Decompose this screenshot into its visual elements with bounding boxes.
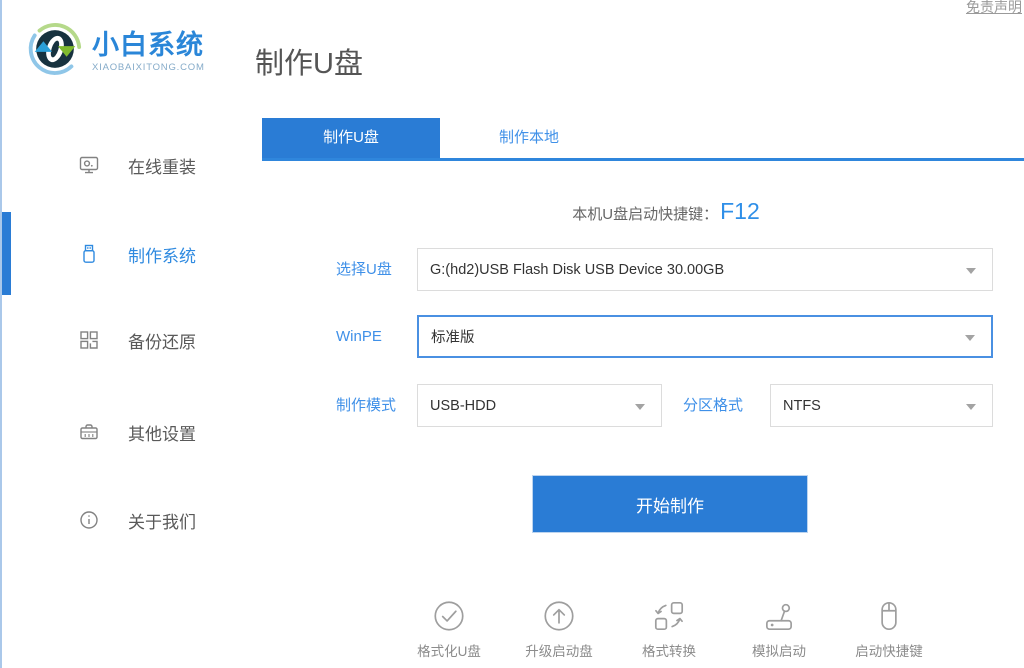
tool-upgrade-boot-disk[interactable]: 升级启动盘	[504, 597, 614, 660]
mouse-icon	[870, 597, 908, 635]
tab-underline	[262, 158, 1024, 161]
sidebar-item-about-us[interactable]: 关于我们	[78, 508, 196, 532]
partition-format-value: NTFS	[783, 398, 821, 414]
tool-label: 启动快捷键	[855, 640, 923, 660]
winpe-value: 标准版	[431, 326, 475, 347]
sidebar-item-label: 在线重装	[128, 153, 196, 178]
active-item-indicator	[2, 212, 11, 295]
grid-restore-icon	[78, 329, 100, 351]
make-mode-value: USB-HDD	[430, 398, 496, 414]
tool-format-convert[interactable]: 格式转换	[614, 597, 724, 660]
sidebar-item-label: 备份还原	[128, 328, 196, 353]
chevron-down-icon	[966, 404, 976, 410]
arrow-up-circle-icon	[540, 597, 578, 635]
hotkey-value: F12	[720, 198, 760, 225]
monitor-icon	[78, 154, 100, 176]
boot-hotkey-line: 本机U盘启动快捷键： F12	[572, 198, 759, 225]
logo-icon	[26, 20, 84, 83]
page-title: 制作U盘	[255, 40, 363, 82]
start-make-button[interactable]: 开始制作	[532, 475, 808, 533]
sidebar-item-label: 其他设置	[128, 420, 196, 445]
format-convert-icon	[650, 597, 688, 635]
sidebar-item-backup-restore[interactable]: 备份还原	[78, 328, 196, 352]
tab-make-local[interactable]: 制作本地	[440, 118, 618, 158]
logo-title: 小白系统	[92, 30, 205, 60]
make-mode-dropdown[interactable]: USB-HDD	[417, 384, 662, 427]
tool-label: 升级启动盘	[525, 640, 593, 660]
tool-format-usb[interactable]: 格式化U盘	[394, 597, 504, 660]
usb-drive-icon	[78, 243, 100, 265]
check-circle-icon	[430, 597, 468, 635]
joystick-icon	[760, 597, 798, 635]
sidebar-item-label: 关于我们	[128, 508, 196, 533]
hotkey-label: 本机U盘启动快捷键：	[572, 203, 718, 224]
make-mode-label: 制作模式	[336, 384, 396, 427]
usb-select-value: G:(hd2)USB Flash Disk USB Device 30.00GB	[430, 262, 724, 278]
disclaimer-link[interactable]: 免责声明	[966, 0, 1022, 17]
tool-boot-hotkey[interactable]: 启动快捷键	[834, 597, 944, 660]
partition-format-label: 分区格式	[683, 384, 743, 427]
usb-select-label: 选择U盘	[336, 248, 392, 291]
window-left-border	[0, 0, 2, 668]
usb-select-dropdown[interactable]: G:(hd2)USB Flash Disk USB Device 30.00GB	[417, 248, 993, 291]
tool-simulate-boot[interactable]: 模拟启动	[724, 597, 834, 660]
sidebar-item-other-settings[interactable]: 其他设置	[78, 420, 196, 444]
sidebar-item-label: 制作系统	[128, 242, 196, 267]
sidebar-item-make-system[interactable]: 制作系统	[78, 242, 196, 266]
tools-row: 格式化U盘 升级启动盘 格式转换	[394, 597, 944, 660]
logo-subtitle: XIAOBAIXITONG.COM	[92, 62, 205, 73]
tab-make-usb[interactable]: 制作U盘	[262, 118, 440, 158]
info-circle-icon	[78, 509, 100, 531]
tool-label: 模拟启动	[752, 640, 806, 660]
tool-label: 格式化U盘	[417, 640, 481, 660]
toolbox-icon	[78, 421, 100, 443]
tool-label: 格式转换	[642, 640, 696, 660]
chevron-down-icon	[965, 335, 975, 341]
sidebar-item-online-reinstall[interactable]: 在线重装	[78, 153, 196, 177]
app-logo: 小白系统 XIAOBAIXITONG.COM	[26, 20, 205, 83]
partition-format-dropdown[interactable]: NTFS	[770, 384, 993, 427]
chevron-down-icon	[966, 268, 976, 274]
winpe-dropdown[interactable]: 标准版	[417, 315, 993, 358]
chevron-down-icon	[635, 404, 645, 410]
winpe-label: WinPE	[336, 315, 382, 358]
